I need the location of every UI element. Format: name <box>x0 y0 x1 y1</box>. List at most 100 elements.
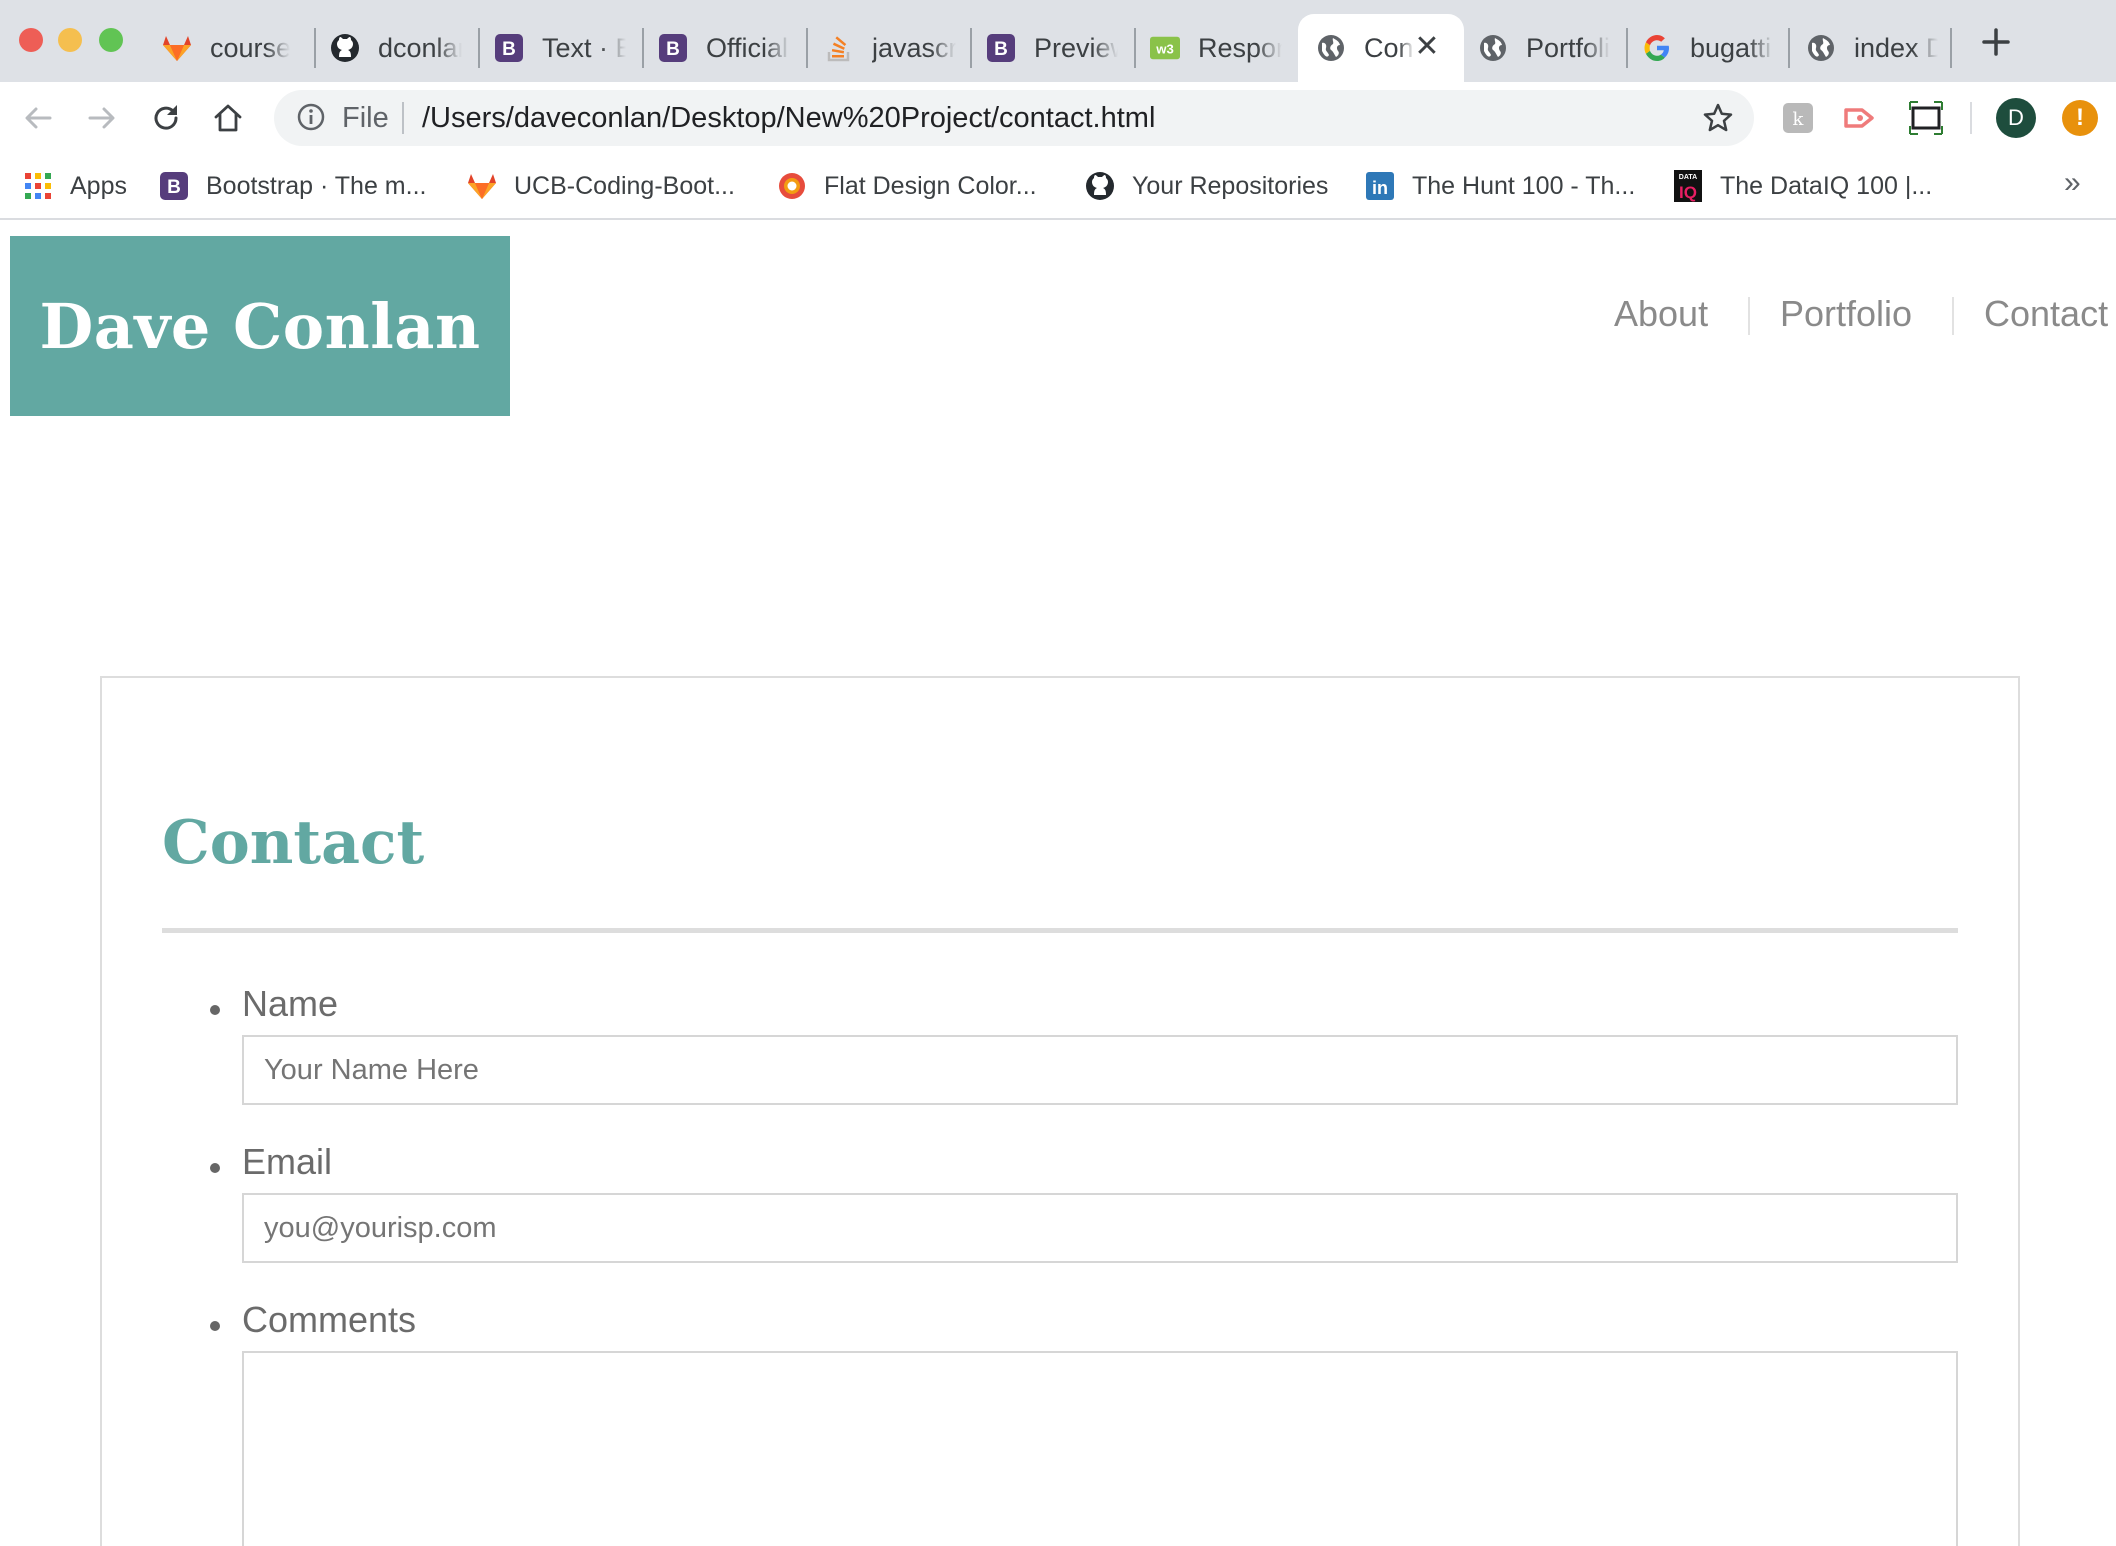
tab-divider <box>642 28 644 68</box>
svg-text:k: k <box>1793 109 1805 130</box>
tab-divider <box>1626 28 1628 68</box>
browser-tab[interactable]: course- <box>162 14 300 82</box>
bookmark-label: The Hunt 100 - Th... <box>1412 171 1636 200</box>
github-icon <box>330 33 360 63</box>
info-icon[interactable] <box>296 102 326 132</box>
github-icon <box>1084 170 1116 202</box>
nav-link-contact[interactable]: Contact <box>1984 293 2108 335</box>
tab-title: Text · B <box>542 32 626 63</box>
browser-tab[interactable]: B Text · B <box>494 14 632 82</box>
home-button[interactable] <box>208 98 248 138</box>
svg-text:B: B <box>167 177 181 198</box>
browser-tab[interactable]: Portfoli <box>1478 14 1616 82</box>
window-minimize-button[interactable] <box>58 28 82 52</box>
globe-icon <box>1316 33 1346 63</box>
bootstrap-icon: B <box>986 33 1016 63</box>
bookmark-item[interactable]: UCB-Coding-Boot... <box>466 166 735 206</box>
bookmark-label: Your Repositories <box>1132 171 1329 200</box>
browser-tab[interactable]: dconlan <box>330 14 468 82</box>
globe-icon <box>1478 33 1508 63</box>
extension-icon[interactable]: k <box>1780 100 1816 136</box>
browser-tab[interactable]: bugatti <box>1642 14 1780 82</box>
nav-link-about[interactable]: About <box>1614 293 1708 335</box>
tab-title: javascri <box>872 32 956 63</box>
bookmark-item[interactable]: B Bootstrap · The m... <box>158 166 426 206</box>
email-input[interactable]: you@yourisp.com <box>242 1193 1958 1263</box>
name-label: Name <box>242 983 339 1024</box>
bookmarks-overflow-button[interactable]: » <box>2064 166 2081 200</box>
site-brand-title: Dave Conlan <box>39 289 481 363</box>
gitlab-icon <box>466 170 498 202</box>
list-bullet <box>210 1005 220 1015</box>
tab-divider <box>1950 28 1952 68</box>
window-close-button[interactable] <box>19 28 43 52</box>
reload-button[interactable] <box>146 98 186 138</box>
arrow-left-icon <box>25 107 52 129</box>
forward-button[interactable] <box>82 98 122 138</box>
google-icon <box>1642 33 1672 63</box>
name-input[interactable]: Your Name Here <box>242 1035 1958 1105</box>
tab-close-icon[interactable]: ✕ <box>1412 32 1442 62</box>
bookmark-item[interactable]: Your Repositories <box>1084 166 1328 206</box>
tab-divider <box>806 28 808 68</box>
arrow-right-icon <box>88 107 115 129</box>
tab-strip: course- dconlan B Text · B B Official ja… <box>0 0 2116 82</box>
tab-divider <box>1134 28 1136 68</box>
bookmark-label: Apps <box>70 171 127 200</box>
bookmark-item[interactable]: in The Hunt 100 - Th... <box>1364 166 1635 206</box>
window-maximize-button[interactable] <box>99 28 123 52</box>
browser-tab[interactable]: w3 Respon <box>1150 14 1288 82</box>
update-alert-icon[interactable]: ! <box>2062 100 2098 136</box>
address-url[interactable]: /Users/daveconlan/Desktop/New%20Project/… <box>422 98 1155 138</box>
pocket-extension-icon[interactable] <box>1842 100 1878 136</box>
bookmark-label: Flat Design Color... <box>824 171 1037 200</box>
bookmark-label: The DataIQ 100 |... <box>1720 171 1933 200</box>
address-scheme-label: File <box>342 102 389 134</box>
svg-text:in: in <box>1372 178 1388 198</box>
dataiq-icon: DATA IQ <box>1672 170 1704 202</box>
tab-title: Official <box>706 32 789 63</box>
list-bullet <box>210 1321 220 1331</box>
bookmark-item[interactable]: DATA IQ The DataIQ 100 |... <box>1672 166 1932 206</box>
nav-divider <box>1952 297 1954 335</box>
linkedin-icon: in <box>1364 170 1396 202</box>
tab-divider <box>1788 28 1790 68</box>
address-bar[interactable]: File /Users/daveconlan/Desktop/New%20Pro… <box>274 90 1754 146</box>
tab-title: Preview <box>1034 32 1118 63</box>
tab-title: course- <box>210 32 290 63</box>
gitlab-icon <box>162 33 192 63</box>
home-icon <box>214 104 242 132</box>
bookmark-star-icon[interactable] <box>1702 102 1734 134</box>
tab-title: Portfoli <box>1526 32 1610 63</box>
browser-tab[interactable]: B Official <box>658 14 796 82</box>
browser-tab[interactable]: B Preview <box>986 14 1124 82</box>
back-button[interactable] <box>18 98 58 138</box>
svg-text:B: B <box>994 39 1008 60</box>
bootstrap-icon: B <box>658 33 688 63</box>
tab-divider <box>314 28 316 68</box>
bookmark-label: UCB-Coding-Boot... <box>514 171 735 200</box>
bookmark-item[interactable]: Flat Design Color... <box>776 166 1037 206</box>
new-tab-button[interactable] <box>1978 24 2014 60</box>
list-bullet <box>210 1163 220 1173</box>
profile-avatar[interactable]: D <box>1996 98 2036 138</box>
tab-title: Con <box>1364 32 1414 63</box>
comments-textarea[interactable] <box>242 1351 1958 1546</box>
browser-tab[interactable]: index D <box>1806 14 1944 82</box>
browser-tab-active[interactable]: Con ✕ <box>1298 14 1464 82</box>
bootstrap-icon: B <box>158 170 190 202</box>
screenshot-extension-icon[interactable] <box>1908 100 1944 136</box>
tab-title: index D <box>1854 32 1938 63</box>
nav-divider <box>1748 297 1750 335</box>
svg-text:B: B <box>666 39 680 60</box>
bookmark-item[interactable]: Apps <box>22 166 127 206</box>
browser-tab[interactable]: javascri <box>824 14 962 82</box>
svg-text:IQ: IQ <box>1679 183 1697 202</box>
nav-link-portfolio[interactable]: Portfolio <box>1780 293 1912 335</box>
tab-divider <box>970 28 972 68</box>
tab-divider <box>478 28 480 68</box>
site-brand[interactable]: Dave Conlan <box>10 236 510 416</box>
flat-design-icon <box>776 170 808 202</box>
tab-title: dconlan <box>378 32 462 63</box>
w3schools-icon: w3 <box>1150 33 1180 63</box>
